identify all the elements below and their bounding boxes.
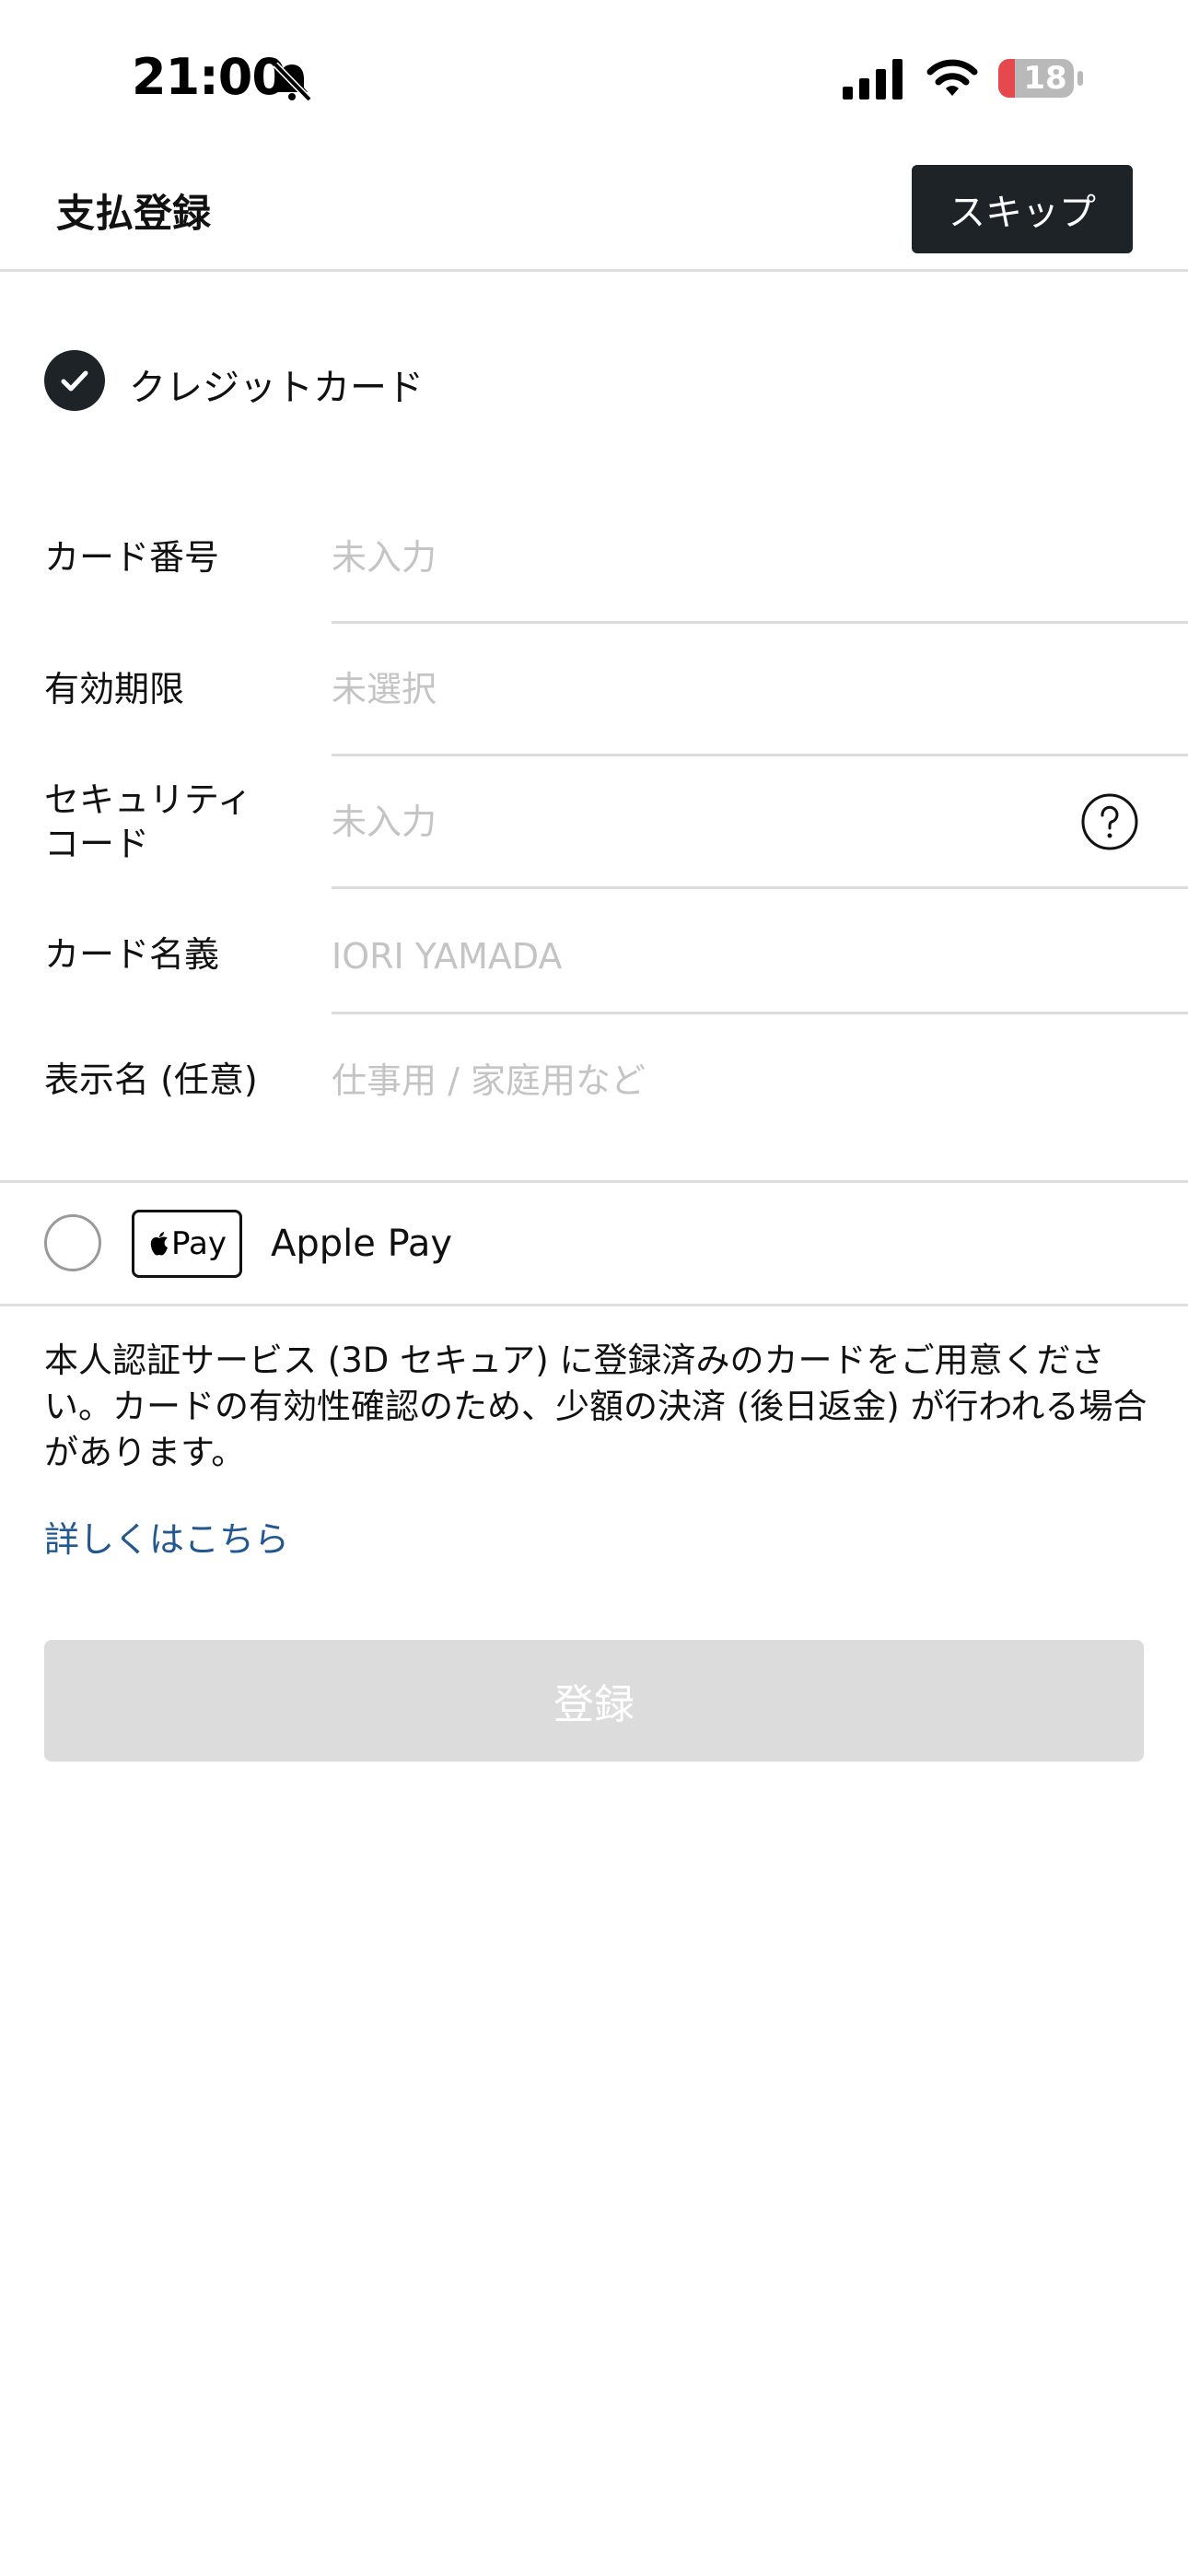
details-link[interactable]: 詳しくはこちら: [44, 1511, 289, 1562]
card-number-label: カード番号: [44, 537, 220, 578]
apple-pay-radio[interactable]: [44, 1214, 101, 1271]
security-code-underline: [332, 886, 1188, 889]
page-title: 支払登録: [56, 191, 212, 236]
apple-pay-logo: Pay: [132, 1210, 242, 1278]
card-holder-label: カード名義: [44, 934, 220, 975]
credit-card-option-label[interactable]: クレジットカード: [129, 357, 424, 411]
security-code-label: セキュリティ コード: [44, 778, 252, 866]
battery-level: 18: [1023, 60, 1067, 97]
display-name-label: 表示名 (任意): [44, 1060, 258, 1100]
expiry-underline: [332, 754, 1188, 756]
expiry-label: 有効期限: [44, 669, 185, 709]
security-code-label-line2: コード: [44, 824, 150, 864]
apple-pay-label[interactable]: Apple Pay: [271, 1223, 452, 1265]
header-divider: [0, 269, 1188, 272]
checkmark-icon: [61, 370, 88, 392]
card-number-underline: [332, 621, 1188, 624]
security-code-input[interactable]: [332, 790, 1059, 854]
bell-slash-icon: [273, 62, 312, 102]
status-time: 21:00: [132, 48, 286, 106]
question-circle-icon[interactable]: [1080, 792, 1139, 851]
credit-card-radio-checked[interactable]: [44, 350, 105, 411]
card-holder-input[interactable]: [332, 924, 1188, 989]
section-divider: [0, 1180, 1188, 1183]
apple-logo-icon: [150, 1232, 169, 1256]
expiry-select[interactable]: [332, 657, 1188, 721]
wifi-icon: [926, 59, 978, 96]
security-code-label-line1: セキュリティ: [44, 779, 252, 820]
display-name-input[interactable]: [332, 1048, 1188, 1113]
apple-pay-divider: [0, 1304, 1188, 1306]
register-button[interactable]: 登録: [44, 1640, 1144, 1762]
notice-text: 本人認証サービス (3D セキュア) に登録済みのカードをご用意ください。カード…: [44, 1341, 1147, 1472]
skip-button[interactable]: スキップ: [912, 165, 1133, 253]
apple-pay-logo-text: Pay: [171, 1225, 227, 1262]
signal-icon: [843, 59, 903, 100]
card-number-input[interactable]: [332, 525, 1188, 590]
card-holder-underline: [332, 1012, 1188, 1014]
